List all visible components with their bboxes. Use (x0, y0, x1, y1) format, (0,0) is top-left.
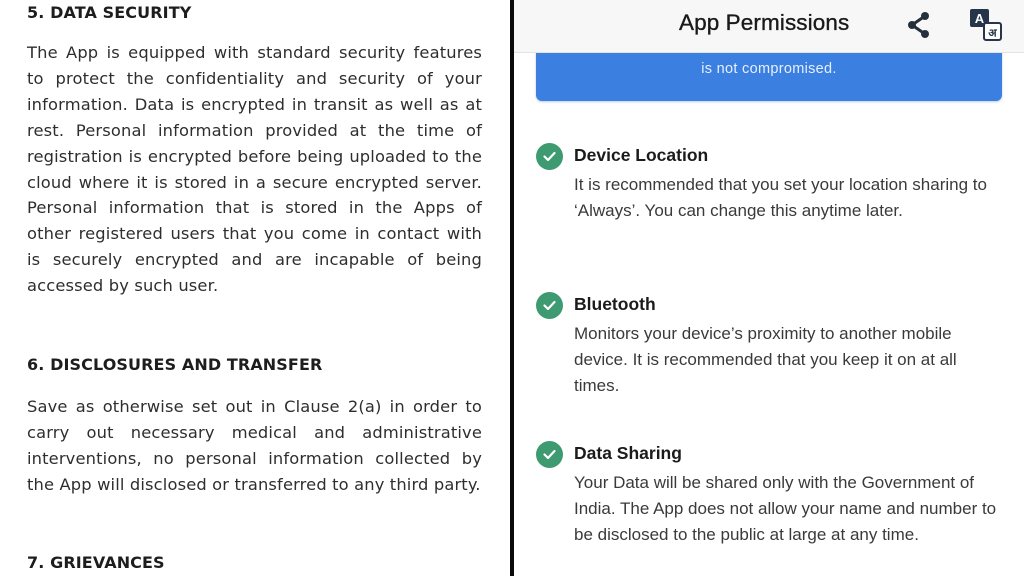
section-body-data-security: The App is equipped with standard securi… (27, 43, 482, 296)
banner-text: is not compromised. (701, 61, 837, 77)
permission-title: Bluetooth (574, 294, 656, 314)
permission-description: Your Data will be shared only with the G… (574, 473, 997, 544)
section-body-disclosures: Save as otherwise set out in Clause 2(a)… (27, 397, 482, 494)
app-header: App Permissions A अ (514, 0, 1024, 53)
app-permissions-screen: is not compromised. App Permissions A अ (514, 0, 1024, 576)
share-button[interactable] (905, 10, 933, 40)
translate-glyph-devanagari: अ (988, 27, 997, 40)
section-heading-data-security: 5. DATA SECURITY (27, 3, 192, 22)
section-heading-grievances: 7. GRIEVANCES (27, 553, 165, 572)
section-heading-disclosures: 6. DISCLOSURES AND TRANSFER (27, 355, 323, 374)
permission-title: Data Sharing (574, 443, 682, 463)
permission-description: It is recommended that you set your loca… (574, 175, 987, 220)
check-circle-icon (536, 292, 563, 319)
policy-document-pane: 5. DATA SECURITY The App is equipped wit… (0, 0, 510, 576)
check-circle-icon (536, 143, 563, 170)
translate-button[interactable]: A अ (969, 8, 1003, 42)
check-circle-icon (536, 441, 563, 468)
share-icon (908, 12, 929, 38)
permission-title: Device Location (574, 145, 709, 165)
permission-description: Monitors your device’s proximity to anot… (574, 324, 957, 395)
translate-icon: A अ (970, 9, 1002, 41)
page-title: App Permissions (679, 10, 850, 35)
